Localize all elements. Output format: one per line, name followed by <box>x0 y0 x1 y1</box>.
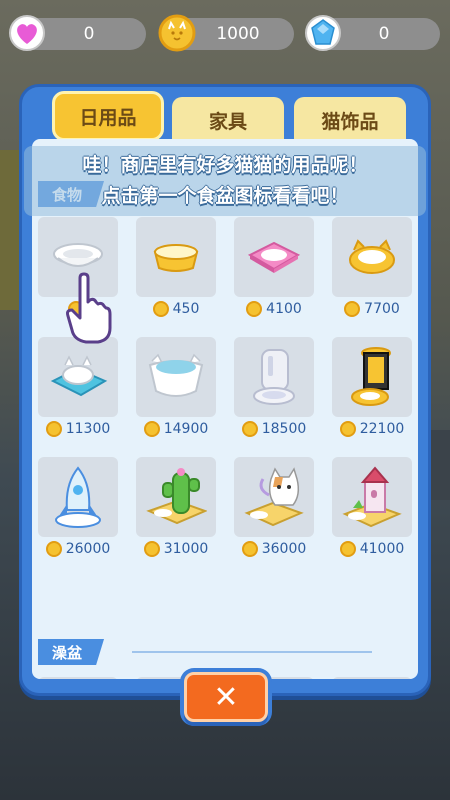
shop-item-cat-statue-feeder[interactable]: 36000 <box>234 457 314 557</box>
coin-icon <box>143 541 160 557</box>
shop-item-castle-feeder[interactable]: 41000 <box>332 457 412 557</box>
tab-furniture[interactable]: 家具 <box>172 97 284 143</box>
coin-icon <box>241 421 258 437</box>
shop-item-bath-4[interactable] <box>332 677 412 679</box>
shop-item-cat-face-bowl[interactable]: 11300 <box>38 337 118 437</box>
tab-daily-goods[interactable]: 日用品 <box>52 91 164 141</box>
item-image <box>38 457 118 537</box>
cactus-feeder-icon <box>146 468 207 525</box>
coin-icon <box>45 421 62 437</box>
item-image <box>136 457 216 537</box>
item-image <box>136 337 216 417</box>
coin-icon <box>143 421 160 437</box>
item-price: 26000 <box>38 541 118 557</box>
item-image <box>234 217 314 297</box>
pointing-hand-icon <box>66 272 112 344</box>
cat-face-bowl-icon <box>50 355 108 397</box>
gem-icon <box>305 15 341 51</box>
item-price: 7700 <box>332 301 412 317</box>
tab-cat-accessories[interactable]: 猫饰品 <box>294 97 406 143</box>
coin-icon <box>344 301 361 317</box>
item-price-value: 18500 <box>261 421 307 437</box>
yellow-bowl-icon <box>153 244 199 272</box>
coin-icon <box>152 301 169 317</box>
coin-icon <box>339 541 356 557</box>
item-price: 450 <box>136 301 216 317</box>
item-price-value: 450 <box>172 301 200 317</box>
coin-icon <box>246 301 263 317</box>
item-price: 22100 <box>332 421 412 437</box>
coin-icon <box>339 421 356 437</box>
shop-item-auto-feeder[interactable]: 18500 <box>234 337 314 437</box>
item-image <box>234 457 314 537</box>
heart-icon <box>9 15 45 51</box>
close-button[interactable]: ✕ <box>184 672 268 722</box>
castle-feeder-icon <box>342 466 402 528</box>
item-price: 41000 <box>332 541 412 557</box>
item-image <box>234 337 314 417</box>
item-price: 36000 <box>234 541 314 557</box>
item-price: 18500 <box>234 421 314 437</box>
coin-icon <box>45 541 62 557</box>
shop-item-bath-1[interactable] <box>38 677 118 679</box>
item-image <box>332 337 412 417</box>
rocket-feeder-icon <box>55 466 101 528</box>
item-price: 14900 <box>136 421 216 437</box>
shop-item-pink-bowl[interactable]: 4100 <box>234 217 314 317</box>
item-price-value: 11300 <box>65 421 111 437</box>
section-divider <box>132 651 372 653</box>
shop-item-cat-cup-bowl[interactable]: 14900 <box>136 337 216 437</box>
item-price-value: 26000 <box>65 541 111 557</box>
item-price-value: 22100 <box>359 421 405 437</box>
cat-coin-icon <box>158 14 196 52</box>
item-image <box>136 217 216 297</box>
coin-counter: 1000 <box>158 14 294 52</box>
item-image <box>38 337 118 417</box>
tutorial-line-1: 哇！商店里有好多猫猫的用品呢！ <box>82 154 368 176</box>
pink-bowl-icon <box>247 241 301 273</box>
item-image <box>332 217 412 297</box>
item-price-value: 4100 <box>266 301 302 317</box>
gem-counter: 0 <box>305 15 440 51</box>
item-price-value: 41000 <box>359 541 405 557</box>
item-price-value: 7700 <box>364 301 400 317</box>
auto-feeder-icon <box>253 349 295 405</box>
item-price: 11300 <box>38 421 118 437</box>
item-image <box>332 457 412 537</box>
white-bowl-icon <box>53 243 103 267</box>
cat-ear-bowl-icon <box>349 239 395 274</box>
item-price-value: 31000 <box>163 541 209 557</box>
shop-item-tower-feeder[interactable]: 22100 <box>332 337 412 437</box>
item-price-value: 14900 <box>163 421 209 437</box>
shop-item-cactus-feeder[interactable]: 31000 <box>136 457 216 557</box>
tutorial-line-2: 点击第一个食盆图标看看吧！ <box>101 185 349 207</box>
tutorial-banner: 哇！商店里有好多猫猫的用品呢！ 点击第一个食盆图标看看吧！ <box>24 146 426 216</box>
coin-icon <box>241 541 258 557</box>
heart-counter: 0 <box>9 15 146 51</box>
cat-statue-feeder-icon <box>244 467 304 527</box>
cat-cup-bowl-icon <box>148 353 204 397</box>
shop-item-yellow-bowl[interactable]: 450 <box>136 217 216 317</box>
item-price: 4100 <box>234 301 314 317</box>
item-grid-area[interactable]: 食物 450 4100 7700 <box>32 139 418 679</box>
shop-item-rocket-feeder[interactable]: 26000 <box>38 457 118 557</box>
shop-item-cat-ear-bowl[interactable]: 7700 <box>332 217 412 317</box>
tower-feeder-icon <box>351 347 391 406</box>
item-price-value: 36000 <box>261 541 307 557</box>
section-bath-label: 澡盆 <box>38 639 105 665</box>
item-price: 31000 <box>136 541 216 557</box>
